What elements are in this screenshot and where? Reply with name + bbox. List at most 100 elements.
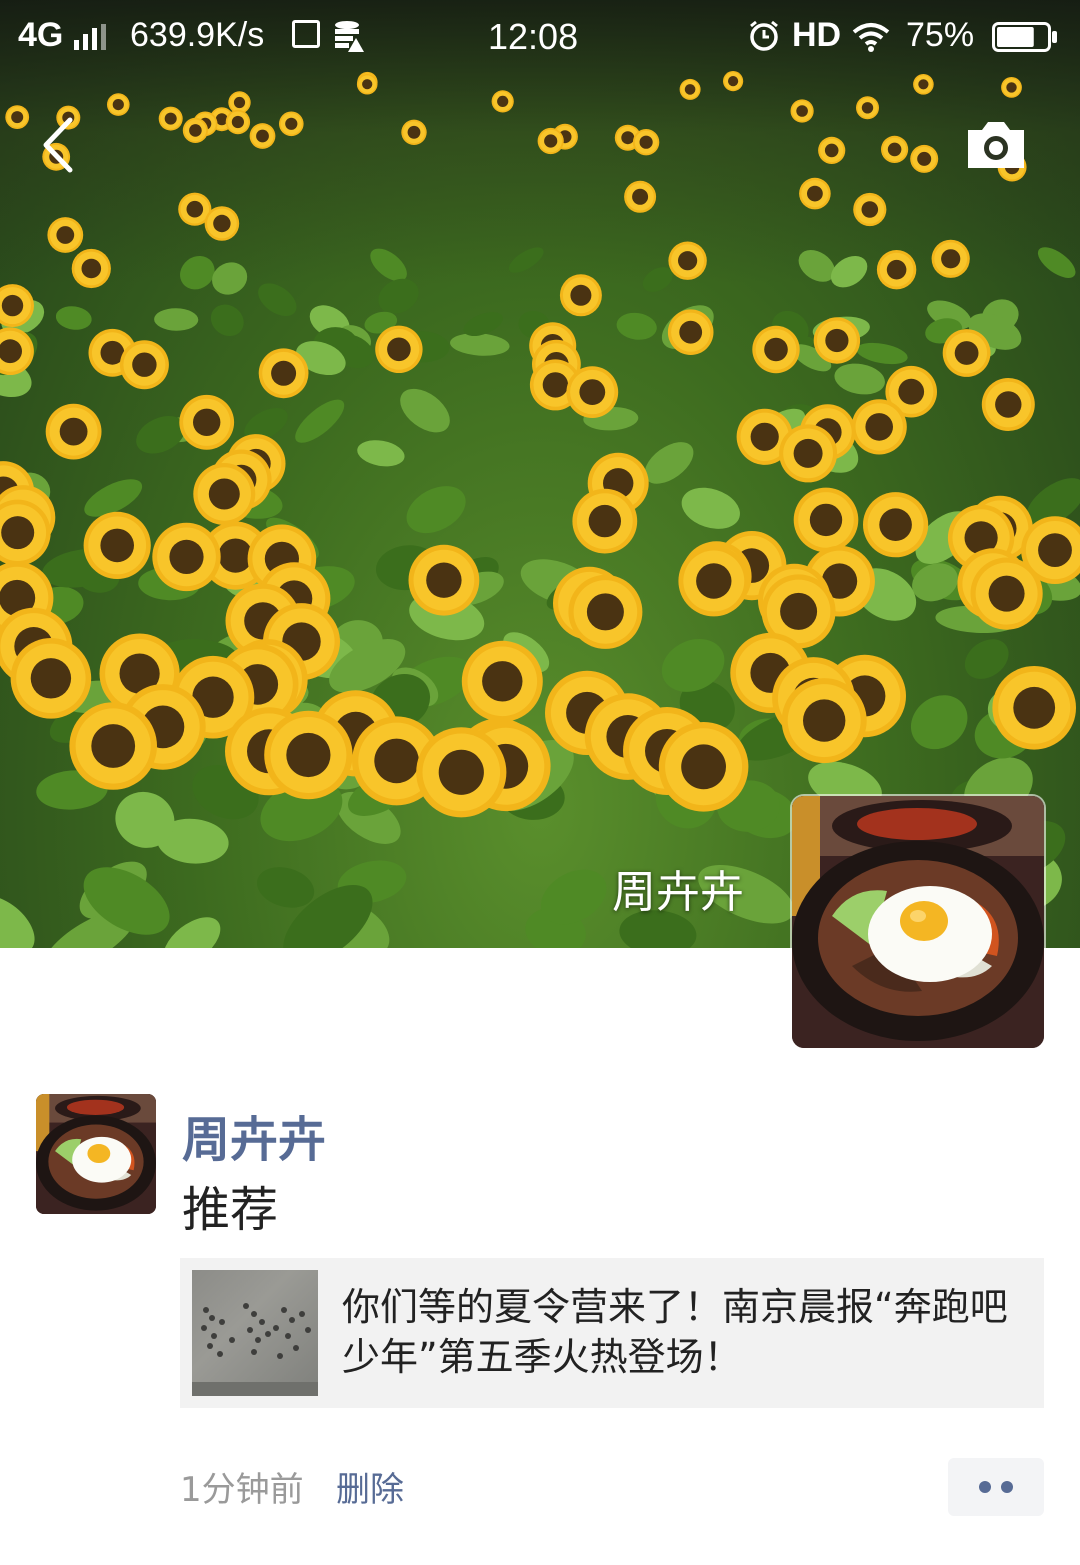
leaf-shape: [400, 388, 450, 433]
network-type: 4G: [18, 16, 64, 54]
post-author-name[interactable]: 周卉卉: [182, 1100, 326, 1170]
sunflower-shape: [158, 106, 183, 131]
post-author-avatar[interactable]: [36, 1094, 156, 1214]
shared-link-card[interactable]: 你们等的夏令营来了！南京晨报“奔跑吧少年”第五季火热登场！: [180, 1258, 1044, 1408]
status-bar: 4G 639.9K/s 12:08 HD 75%: [0, 0, 1080, 76]
sunflower-shape: [491, 90, 514, 113]
wifi-icon: [852, 22, 890, 52]
sunflower-shape: [813, 317, 861, 364]
leaf-shape: [210, 304, 244, 337]
sunflower-shape: [853, 192, 887, 227]
sunflower-shape: [5, 105, 30, 129]
sunflower-shape: [910, 144, 939, 173]
delete-post-link[interactable]: 删除: [336, 1462, 404, 1511]
sunflower-shape: [667, 309, 714, 356]
clock: 12:08: [488, 16, 579, 57]
sunflower-shape: [942, 329, 991, 377]
leaf-shape: [0, 895, 35, 948]
sunflower-shape: [913, 74, 934, 95]
bibimbap-avatar-image: [36, 1094, 156, 1214]
sunflower-shape: [568, 574, 643, 649]
data-warning-icon: [334, 20, 364, 52]
sunflower-shape: [799, 177, 831, 210]
sunflower-shape: [876, 250, 917, 290]
post-timestamp: 1分钟前: [180, 1470, 304, 1510]
sunflower-shape: [793, 487, 859, 553]
leaf-shape: [357, 440, 405, 467]
sunflower-shape: [781, 678, 867, 764]
sunflower-shape: [779, 424, 838, 483]
more-actions-button[interactable]: [948, 1458, 1044, 1516]
sunflower-shape: [375, 325, 423, 373]
moments-screen: 4G 639.9K/s 12:08 HD 75% 周卉卉 周卉卉 推荐 你们等的…: [0, 0, 1080, 1565]
leaf-shape: [295, 399, 345, 443]
sunflower-shape: [970, 557, 1043, 630]
sunflower-shape: [258, 348, 309, 399]
leaf-shape: [910, 695, 968, 750]
sunflower-shape: [678, 545, 750, 617]
leaf-shape: [681, 487, 740, 529]
more-dot-icon: [1001, 1481, 1013, 1493]
sunflower-shape: [1001, 77, 1022, 98]
leaf-shape: [212, 262, 248, 295]
sunflower-shape: [182, 117, 208, 143]
sunflower-shape: [264, 710, 353, 800]
sunflower-shape: [249, 123, 276, 149]
sunflower-shape: [624, 180, 657, 213]
signal-icon: [74, 24, 106, 50]
sunflower-shape: [572, 488, 638, 554]
sunflower-shape: [225, 109, 251, 135]
notification-icon: [292, 20, 320, 48]
battery-percent: 75%: [906, 16, 975, 54]
sunflower-shape: [992, 666, 1076, 750]
sunflower-shape: [47, 217, 84, 253]
sunflower-shape: [356, 73, 378, 95]
sunflower-shape: [668, 241, 707, 280]
bibimbap-avatar-image: [792, 796, 1044, 1048]
sunflower-shape: [461, 640, 543, 722]
sunflower-shape: [981, 378, 1035, 431]
leaf-shape: [154, 308, 199, 331]
sunflower-shape: [537, 127, 564, 155]
sunflower-shape: [559, 274, 602, 317]
sunflower-shape: [83, 511, 151, 579]
sunflower-shape: [881, 135, 909, 163]
sunflower-shape: [679, 78, 701, 100]
sunflower-shape: [152, 522, 221, 592]
leaf-shape: [856, 342, 908, 365]
camera-button[interactable]: [964, 118, 1028, 172]
sunflower-shape: [10, 638, 92, 719]
sunflower-shape: [179, 394, 235, 450]
sunflower-shape: [632, 129, 660, 156]
shared-link-thumbnail: [192, 1270, 318, 1396]
camera-icon: [968, 122, 1024, 168]
leaf-shape: [1037, 247, 1076, 278]
sunflower-shape: [790, 99, 814, 123]
battery-icon: [992, 22, 1058, 52]
sunflower-shape: [119, 340, 169, 390]
sunflower-shape: [658, 722, 749, 812]
hd-voice-indicator: HD: [792, 16, 842, 54]
sunflower-shape: [851, 399, 907, 455]
sunflower-shape: [931, 239, 970, 278]
sunflower-shape: [204, 206, 240, 241]
back-button[interactable]: [38, 114, 82, 176]
sunflower-shape: [401, 119, 427, 145]
sunflower-shape: [863, 492, 929, 558]
chevron-left-icon: [43, 117, 73, 173]
shared-link-title: 你们等的夏令营来了！南京晨报“奔跑吧少年”第五季火热登场！: [342, 1285, 1008, 1379]
sunflower-shape: [416, 727, 507, 818]
sunflower-shape: [279, 111, 304, 137]
leaf-shape: [616, 312, 657, 340]
leaf-shape: [55, 306, 92, 330]
sunflower-shape: [856, 96, 879, 120]
leaf-shape: [830, 256, 868, 288]
more-dot-icon: [979, 1481, 991, 1493]
leaf-shape: [508, 247, 544, 273]
sunflower-shape: [71, 248, 111, 289]
profile-avatar[interactable]: [792, 796, 1044, 1048]
sunflower-shape: [408, 544, 480, 616]
leaf-shape: [406, 486, 466, 534]
sunflower-shape: [566, 366, 619, 418]
sunflower-shape: [818, 136, 846, 164]
